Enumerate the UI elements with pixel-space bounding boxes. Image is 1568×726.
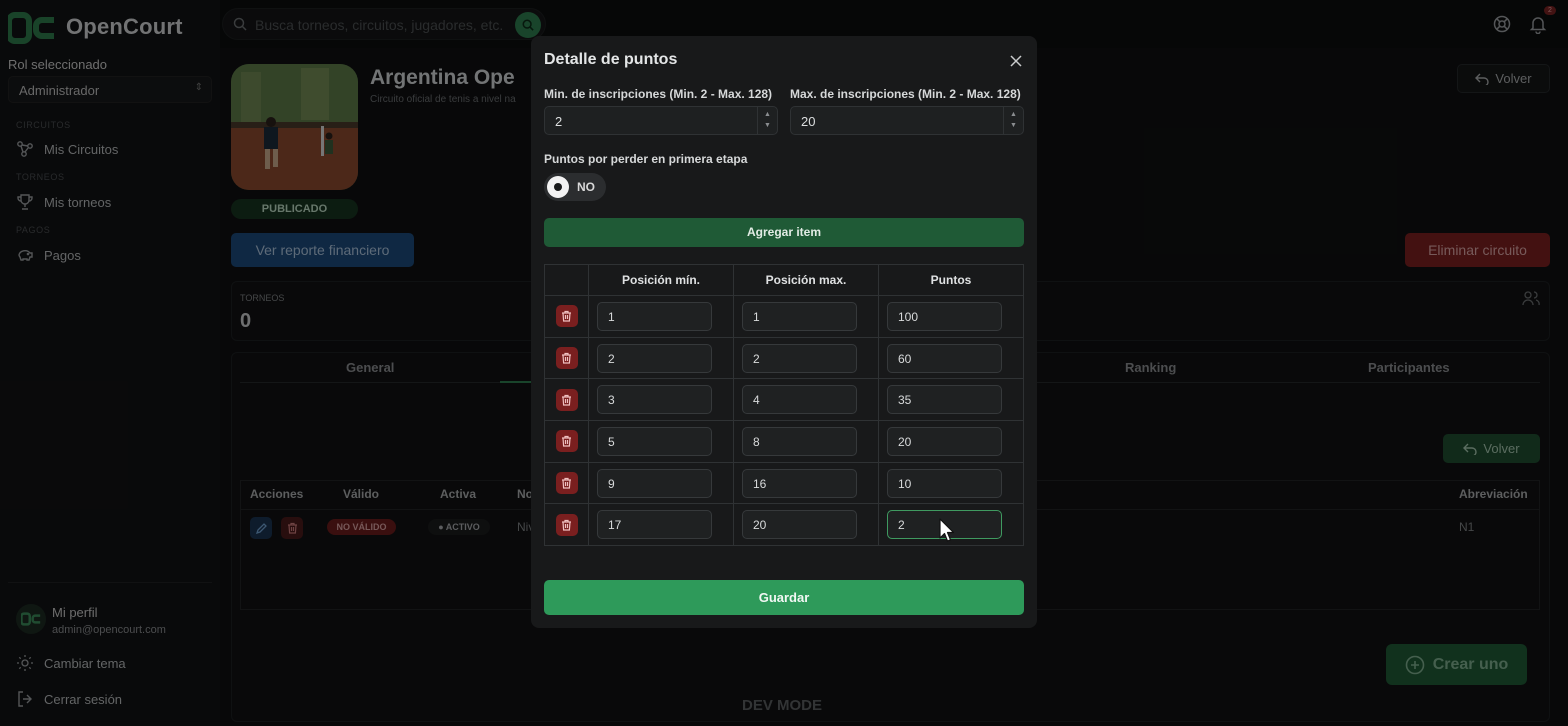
max-position-cell: 16 bbox=[733, 461, 879, 505]
trash-icon bbox=[562, 394, 571, 406]
min-position-input[interactable]: 1 bbox=[597, 301, 712, 331]
max-position-input[interactable]: 8 bbox=[742, 426, 857, 456]
toggle-knob bbox=[547, 176, 569, 198]
lose-first-stage-toggle[interactable]: NO bbox=[544, 173, 606, 201]
delete-row-button[interactable] bbox=[555, 305, 578, 328]
table-row: 5 8 20 bbox=[544, 420, 1024, 463]
max-position-cell: 20 bbox=[733, 503, 879, 547]
row-actions bbox=[544, 336, 589, 380]
min-position-input[interactable]: 3 bbox=[597, 385, 712, 415]
min-registrations-input[interactable]: 2 ▲ ▼ bbox=[544, 106, 778, 135]
min-position-cell: 1 bbox=[588, 295, 734, 338]
points-cell: 100 bbox=[878, 295, 1024, 338]
points-input[interactable]: 100 bbox=[887, 301, 1002, 331]
min-position-cell: 17 bbox=[588, 503, 734, 547]
max-position-input[interactable]: 4 bbox=[742, 385, 857, 415]
add-item-button[interactable]: Agregar item bbox=[544, 218, 1024, 247]
table-row: 2 2 60 bbox=[544, 336, 1024, 380]
min-position-cell: 9 bbox=[588, 461, 734, 505]
toggle-state: NO bbox=[577, 180, 595, 194]
chevron-down-icon[interactable]: ▼ bbox=[1010, 122, 1017, 130]
min-position-cell: 3 bbox=[588, 378, 734, 422]
min-position-cell: 2 bbox=[588, 336, 734, 380]
trash-icon bbox=[562, 519, 571, 531]
trash-icon bbox=[562, 311, 571, 322]
max-position-cell: 2 bbox=[733, 336, 879, 380]
close-icon[interactable] bbox=[1007, 52, 1025, 70]
max-registrations-label: Max. de inscripciones (Min. 2 - Max. 128… bbox=[790, 87, 1021, 101]
table-row: 9 16 10 bbox=[544, 461, 1024, 505]
points-table: Posición mín. Posición max. Puntos 1 1 100… bbox=[544, 264, 1024, 547]
min-position-input[interactable]: 2 bbox=[597, 343, 712, 373]
delete-row-button[interactable] bbox=[555, 388, 578, 411]
trash-icon bbox=[562, 352, 571, 364]
max-registrations-input[interactable]: 20 ▲ ▼ bbox=[790, 106, 1024, 135]
chevron-down-icon[interactable]: ▼ bbox=[764, 122, 771, 130]
row-actions bbox=[544, 503, 589, 547]
lose-first-stage-label: Puntos por perder en primera etapa bbox=[544, 152, 748, 166]
max-position-input[interactable]: 2 bbox=[742, 343, 857, 373]
delete-row-button[interactable] bbox=[555, 513, 578, 536]
min-position-input[interactable]: 5 bbox=[597, 426, 712, 456]
modal-title: Detalle de puntos bbox=[544, 51, 678, 68]
mouse-cursor-icon bbox=[939, 518, 955, 542]
column-header: Posición mín. bbox=[588, 264, 734, 296]
number-stepper[interactable]: ▲ ▼ bbox=[1003, 107, 1023, 134]
max-position-input[interactable]: 20 bbox=[742, 510, 857, 540]
points-cell: 20 bbox=[878, 420, 1024, 463]
min-position-input[interactable]: 9 bbox=[597, 468, 712, 498]
min-position-input[interactable]: 17 bbox=[597, 510, 712, 540]
row-actions bbox=[544, 420, 589, 463]
column-header: Posición max. bbox=[733, 264, 879, 296]
max-position-input[interactable]: 1 bbox=[742, 301, 857, 331]
row-actions bbox=[544, 378, 589, 422]
min-registrations-value: 2 bbox=[555, 114, 563, 129]
trash-icon bbox=[562, 477, 571, 489]
min-registrations-label: Min. de inscripciones (Min. 2 - Max. 128… bbox=[544, 87, 773, 101]
points-cell: 60 bbox=[878, 336, 1024, 380]
max-position-cell: 1 bbox=[733, 295, 879, 338]
points-input[interactable]: 10 bbox=[887, 468, 1002, 498]
number-stepper[interactable]: ▲ ▼ bbox=[757, 107, 777, 134]
row-actions bbox=[544, 461, 589, 505]
points-cell: 35 bbox=[878, 378, 1024, 422]
column-header-actions bbox=[544, 264, 589, 296]
points-input[interactable]: 35 bbox=[887, 385, 1002, 415]
trash-icon bbox=[562, 436, 571, 448]
table-row: 1 1 100 bbox=[544, 295, 1024, 338]
max-registrations-value: 20 bbox=[801, 114, 816, 129]
points-input[interactable]: 60 bbox=[887, 343, 1002, 373]
delete-row-button[interactable] bbox=[555, 347, 578, 370]
max-position-cell: 8 bbox=[733, 420, 879, 463]
chevron-up-icon[interactable]: ▲ bbox=[1010, 111, 1017, 119]
row-actions bbox=[544, 295, 589, 338]
delete-row-button[interactable] bbox=[555, 472, 578, 495]
delete-row-button[interactable] bbox=[555, 430, 578, 453]
max-position-input[interactable]: 16 bbox=[742, 468, 857, 498]
max-position-cell: 4 bbox=[733, 378, 879, 422]
chevron-up-icon[interactable]: ▲ bbox=[764, 111, 771, 119]
column-header: Puntos bbox=[878, 264, 1024, 296]
points-cell: 10 bbox=[878, 461, 1024, 505]
table-row: 3 4 35 bbox=[544, 378, 1024, 422]
table-header-row: Posición mín. Posición max. Puntos bbox=[544, 264, 1024, 296]
save-button[interactable]: Guardar bbox=[544, 580, 1024, 615]
min-position-cell: 5 bbox=[588, 420, 734, 463]
points-input[interactable]: 20 bbox=[887, 426, 1002, 456]
